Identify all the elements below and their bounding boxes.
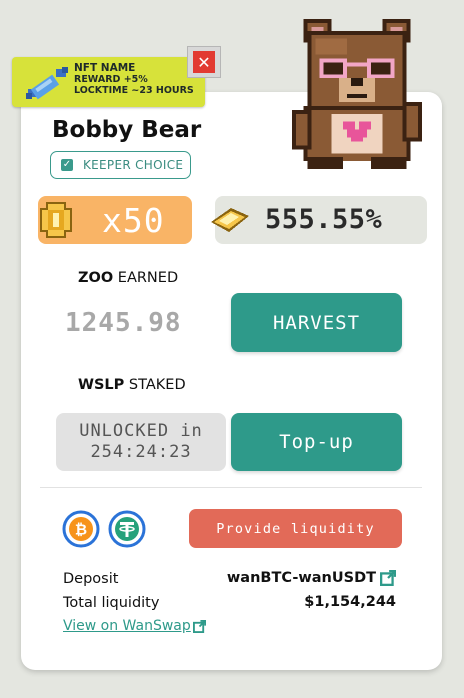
tether-icon: [108, 510, 146, 548]
coin-icon: [40, 202, 72, 238]
harvest-button[interactable]: HARVEST: [231, 293, 402, 352]
close-icon: ✕: [193, 51, 215, 73]
keeper-choice-badge: ✓ KEEPER CHOICE: [50, 151, 191, 179]
nft-badge: NFT NAME REWARD +5% LOCKTIME ~23 HOURS: [12, 57, 205, 107]
earned-value: 1245.98: [65, 308, 182, 338]
provide-liquidity-button[interactable]: Provide liquidity: [189, 509, 402, 548]
close-button[interactable]: ✕: [187, 46, 221, 78]
candy-icon: [26, 67, 68, 100]
topup-button[interactable]: Top-up: [231, 413, 402, 471]
multiplier-box: x50: [38, 196, 192, 244]
keeper-choice-label: KEEPER CHOICE: [83, 158, 184, 172]
deposit-label: Deposit: [63, 571, 119, 587]
apr-value: 555.55%: [265, 204, 383, 235]
earned-label: ZOO EARNED: [78, 270, 179, 286]
unlock-timer: UNLOCKED in 254:24:23: [56, 413, 226, 471]
apr-box: 555.55%: [211, 196, 427, 244]
total-liquidity-label: Total liquidity: [63, 595, 160, 611]
multiplier-value: x50: [102, 201, 165, 240]
nft-reward: REWARD +5%: [74, 74, 148, 85]
bear-avatar: [291, 18, 423, 170]
deposit-value[interactable]: wanBTC-wanUSDT: [227, 570, 396, 586]
pool-title: Bobby Bear: [52, 117, 202, 143]
staked-label: WSLP STAKED: [78, 377, 186, 393]
bitcoin-icon: ₿: [62, 510, 100, 548]
view-on-wanswap-link[interactable]: View on WanSwap: [63, 618, 206, 634]
gold-bar-icon: [211, 208, 249, 232]
nft-name: NFT NAME: [74, 62, 136, 74]
external-link-icon: [380, 570, 396, 586]
svg-text:₿: ₿: [75, 521, 87, 539]
total-liquidity-value: $1,154,244: [304, 594, 396, 610]
divider: [40, 487, 422, 488]
external-link-icon: [192, 619, 206, 633]
check-icon: ✓: [61, 159, 73, 171]
nft-locktime: LOCKTIME ~23 HOURS: [74, 85, 194, 96]
